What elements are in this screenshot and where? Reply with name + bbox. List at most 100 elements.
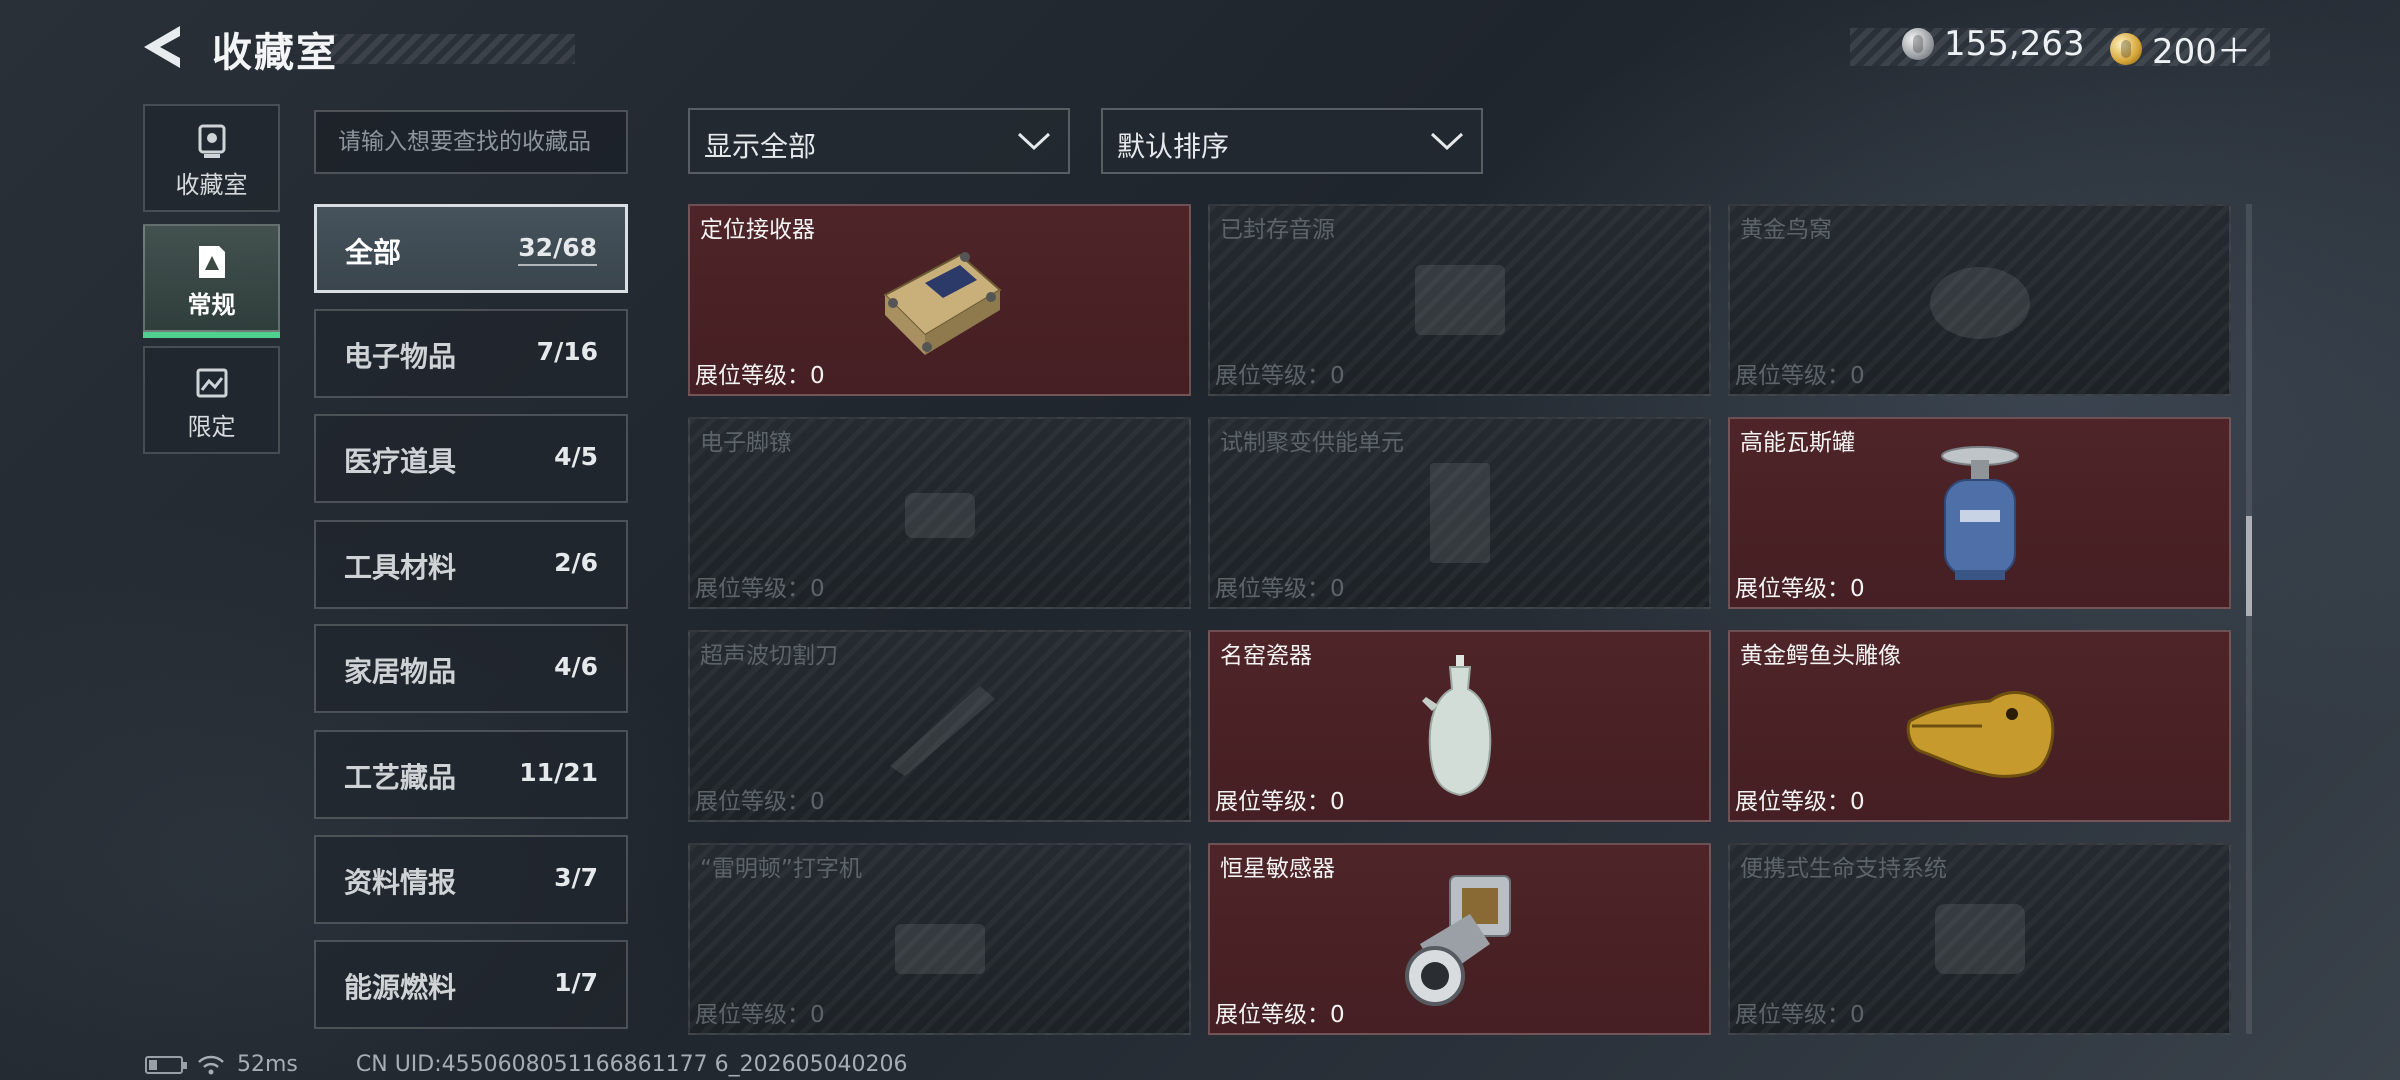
item-name: 超声波切割刀 <box>700 643 838 669</box>
category-label: 工艺藏品 <box>344 761 457 794</box>
category-tools[interactable]: 工具材料 2/6 <box>314 520 628 609</box>
item-card[interactable]: 黄金鸟窝 展位等级：0 <box>1728 204 2231 396</box>
item-card[interactable]: 名窑瓷器 展位等级：0 <box>1208 630 1711 822</box>
item-name: 电子脚镣 <box>700 430 792 456</box>
item-name: “雷明顿”打字机 <box>700 856 862 882</box>
sort-dropdown[interactable]: 默认排序 <box>1101 108 1483 174</box>
title-decor-stripe <box>330 34 575 64</box>
category-label: 医疗道具 <box>344 445 457 478</box>
nav-tab-regular[interactable]: 常规 <box>143 224 280 338</box>
item-level: 展位等级：0 <box>1735 789 1865 815</box>
trophy-icon <box>198 124 225 158</box>
item-card[interactable]: 高能瓦斯罐 展位等级：0 <box>1728 417 2231 609</box>
gold-coin-icon <box>2110 32 2142 65</box>
item-card[interactable]: 便携式生命支持系统 展位等级：0 <box>1728 843 2231 1035</box>
category-electronics[interactable]: 电子物品 7/16 <box>314 309 628 398</box>
image-icon <box>196 368 227 398</box>
life-support-icon <box>1934 904 2025 974</box>
gas-tank-icon <box>1940 446 2019 580</box>
item-level: 展位等级：0 <box>1215 576 1345 602</box>
category-count: 4/5 <box>554 442 598 471</box>
item-card[interactable]: 试制聚变供能单元 展位等级：0 <box>1208 417 1711 609</box>
category-label: 能源燃料 <box>344 971 457 1004</box>
collection-grid: 定位接收器 展位等级：0 已封存音源 展位等级：0 黄金鸟窝 展位等级：0 电子… <box>688 204 2231 1035</box>
currency-gold-value: 200＋ <box>2152 32 2251 72</box>
nav-tab-label: 限定 <box>187 413 236 441</box>
category-label: 资料情报 <box>344 866 457 899</box>
shackle-icon <box>904 493 975 538</box>
currency-gold[interactable]: 200＋ <box>2110 24 2251 73</box>
category-label: 电子物品 <box>344 340 457 373</box>
currency-silver-value: 155,263 <box>1944 24 2085 64</box>
item-card[interactable]: 超声波切割刀 展位等级：0 <box>688 630 1191 822</box>
category-count: 3/7 <box>554 863 598 892</box>
currency-silver: 155,263 <box>1902 24 2085 64</box>
nav-tab-collection-room[interactable]: 收藏室 <box>143 104 280 212</box>
receiver-icon <box>882 252 1002 355</box>
ping-value: 52ms <box>237 1052 298 1077</box>
category-count: 2/6 <box>554 548 598 577</box>
category-energy[interactable]: 能源燃料 1/7 <box>314 940 628 1029</box>
item-card[interactable]: 恒星敏感器 展位等级：0 <box>1208 843 1711 1035</box>
item-level: 展位等级：0 <box>695 363 825 389</box>
nav-tab-label: 收藏室 <box>175 171 248 199</box>
wifi-icon <box>198 1055 224 1074</box>
uid-text: CN UID:4550608051166861177 6_20260504020… <box>355 1052 908 1077</box>
category-crafts[interactable]: 工艺藏品 11/21 <box>314 730 628 819</box>
item-card[interactable]: 已封存音源 展位等级：0 <box>1208 204 1711 396</box>
item-level: 展位等级：0 <box>1215 789 1345 815</box>
back-arrow-icon[interactable] <box>140 22 186 72</box>
silver-coin-icon <box>1902 28 1934 60</box>
item-level: 展位等级：0 <box>695 576 825 602</box>
category-label: 家居物品 <box>344 655 457 688</box>
category-medical[interactable]: 医疗道具 4/5 <box>314 414 628 503</box>
status-footer: 52ms CN UID:4550608051166861177 6_202605… <box>145 1052 908 1077</box>
page-title: 收藏室 <box>212 30 338 76</box>
item-name: 定位接收器 <box>700 217 815 243</box>
item-level: 展位等级：0 <box>695 789 825 815</box>
search-input[interactable] <box>314 110 628 174</box>
category-label: 全部 <box>345 236 402 269</box>
category-label: 工具材料 <box>344 551 457 584</box>
battery-icon <box>145 1055 187 1074</box>
typewriter-icon <box>894 924 985 974</box>
item-level: 展位等级：0 <box>1735 363 1865 389</box>
cutter-icon <box>889 686 995 776</box>
category-household[interactable]: 家居物品 4/6 <box>314 624 628 713</box>
item-level: 展位等级：0 <box>1735 1002 1865 1028</box>
item-name: 恒星敏感器 <box>1220 856 1335 882</box>
item-name: 试制聚变供能单元 <box>1220 430 1404 456</box>
item-level: 展位等级：0 <box>1215 1002 1345 1028</box>
item-card[interactable]: 定位接收器 展位等级：0 <box>688 204 1191 396</box>
item-name: 黄金鸟窝 <box>1740 217 1832 243</box>
item-level: 展位等级：0 <box>1215 363 1345 389</box>
category-count: 4/6 <box>554 652 598 681</box>
category-count: 32/68 <box>518 233 597 266</box>
item-level: 展位等级：0 <box>695 1002 825 1028</box>
document-icon <box>198 246 225 278</box>
item-name: 名窑瓷器 <box>1220 643 1312 669</box>
nest-icon <box>1929 267 2030 339</box>
item-name: 黄金鳄鱼头雕像 <box>1740 643 1901 669</box>
category-count: 7/16 <box>536 337 598 366</box>
fusion-cell-icon <box>1429 463 1490 563</box>
display-filter-value: 显示全部 <box>704 130 817 163</box>
item-name: 已封存音源 <box>1220 217 1335 243</box>
top-bar: 收藏室 155,263 200＋ <box>0 0 2400 100</box>
category-all[interactable]: 全部 32/68 <box>314 204 628 293</box>
star-sensor-icon <box>1404 875 1511 1006</box>
grid-scrollbar-thumb[interactable] <box>2246 516 2252 616</box>
item-name: 高能瓦斯罐 <box>1740 430 1855 456</box>
item-name: 便携式生命支持系统 <box>1740 856 1947 882</box>
category-count: 1/7 <box>554 968 598 997</box>
nav-tab-limited[interactable]: 限定 <box>143 346 280 454</box>
item-level: 展位等级：0 <box>1735 576 1865 602</box>
display-filter-dropdown[interactable]: 显示全部 <box>688 108 1070 174</box>
item-card[interactable]: “雷明顿”打字机 展位等级：0 <box>688 843 1191 1035</box>
category-intel[interactable]: 资料情报 3/7 <box>314 835 628 924</box>
item-card[interactable]: 电子脚镣 展位等级：0 <box>688 417 1191 609</box>
item-card[interactable]: 黄金鳄鱼头雕像 展位等级：0 <box>1728 630 2231 822</box>
grid-scrollbar[interactable] <box>2246 204 2252 1034</box>
chevron-down-icon <box>1430 132 1464 151</box>
audio-icon <box>1414 265 1505 335</box>
